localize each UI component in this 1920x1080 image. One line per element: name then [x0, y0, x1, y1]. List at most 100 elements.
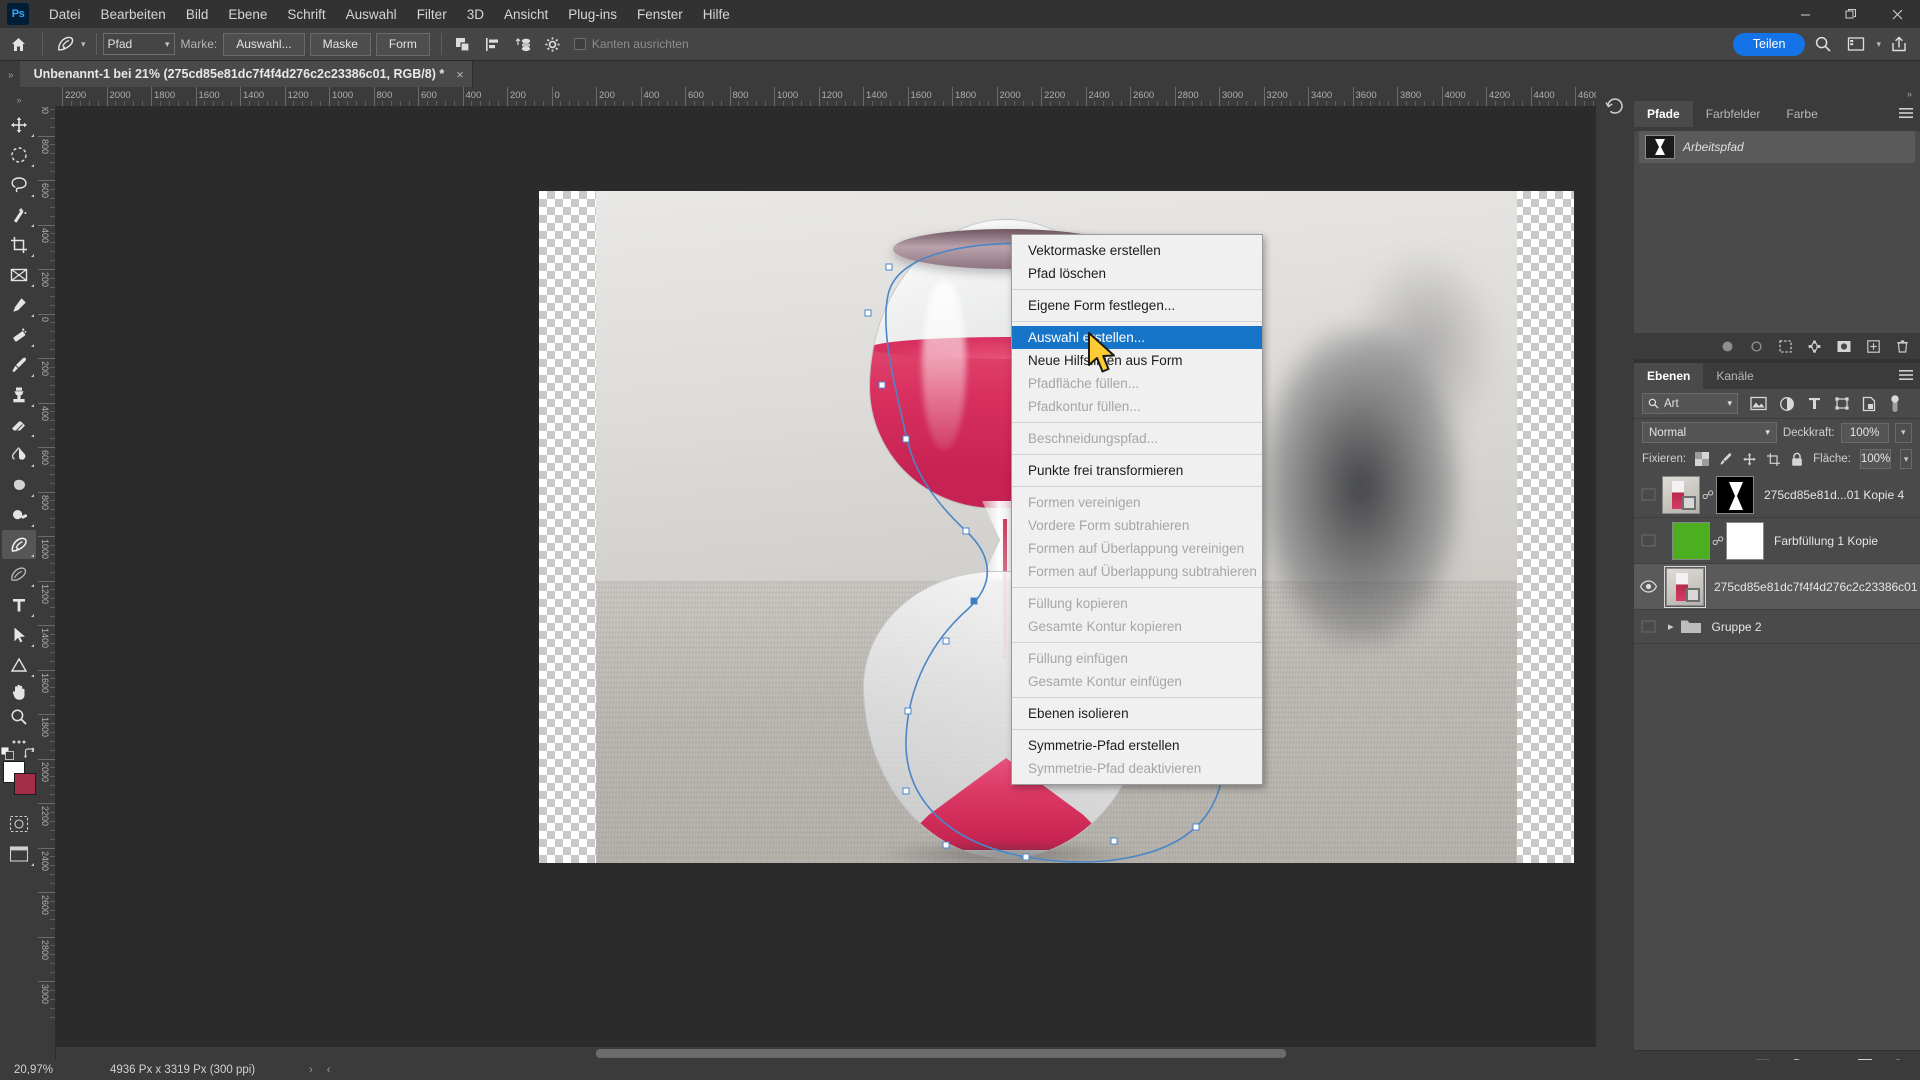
fill-path-icon[interactable] — [1720, 339, 1735, 354]
collapse-toolbar-icon[interactable]: » — [2, 91, 36, 109]
fill-value[interactable]: 100% — [1859, 449, 1892, 469]
m ask-link-icon[interactable]: ☍ — [1710, 534, 1726, 548]
menu-hilfe[interactable]: Hilfe — [693, 3, 740, 26]
vertical-ruler[interactable]: 1000800600400200020040060080010001200140… — [38, 107, 56, 1060]
tool-move-tool[interactable] — [2, 110, 36, 139]
layer-visibility-toggle[interactable] — [1634, 620, 1662, 633]
tool-eyedropper-tool[interactable] — [2, 290, 36, 319]
new-path-icon[interactable] — [1866, 339, 1881, 354]
lock-all-icon[interactable] — [1790, 452, 1804, 467]
layer-row[interactable]: ☍ 275cd85e81d...01 Kopie 4 — [1634, 472, 1920, 518]
path-anchor-point[interactable] — [1110, 837, 1118, 845]
search-icon[interactable] — [1808, 30, 1838, 58]
tab-kanäle[interactable]: Kanäle — [1703, 363, 1767, 389]
solid-fill-thumbnail[interactable] — [1672, 521, 1710, 560]
tool-clone-stamp-tool[interactable] — [2, 380, 36, 409]
menu-schrift[interactable]: Schrift — [277, 3, 335, 26]
canvas-area[interactable] — [56, 107, 1632, 1060]
path-anchor-point[interactable] — [1022, 853, 1030, 861]
quick-mask-icon[interactable] — [2, 809, 36, 838]
context-menu-item-auswahl-erstellen[interactable]: Auswahl erstellen... — [1012, 326, 1262, 349]
fill-stepper-icon[interactable]: ▾ — [1900, 449, 1912, 469]
layer-row[interactable]: 275cd85e81dc7f4f4d276c2c23386c01 — [1634, 564, 1920, 610]
gear-icon[interactable] — [538, 30, 568, 58]
document-dimensions[interactable]: 4936 Px x 3319 Px (300 ppi) — [110, 1064, 255, 1076]
path-anchor-point[interactable] — [885, 263, 893, 271]
tool-zoom-tool[interactable] — [2, 705, 36, 729]
menu-ebene[interactable]: Ebene — [218, 3, 277, 26]
tool-freeform-pen-tool[interactable] — [2, 560, 36, 589]
context-menu-item-symmetrie-pfad-erstellen[interactable]: Symmetrie-Pfad erstellen — [1012, 734, 1262, 757]
lock-position-icon[interactable] — [1742, 452, 1757, 467]
mask-link-icon[interactable]: ☍ — [1700, 488, 1716, 502]
context-menu-item-pfad-löschen[interactable]: Pfad löschen — [1012, 262, 1262, 285]
history-brush-icon[interactable] — [1596, 95, 1634, 117]
path-anchor-point[interactable] — [902, 787, 910, 795]
minimize-button[interactable] — [1782, 0, 1828, 28]
workspace-icon[interactable] — [1841, 30, 1871, 58]
lock-transparency-icon[interactable] — [1695, 452, 1710, 466]
tool-mode-select[interactable]: Pfad ▾ — [102, 33, 175, 55]
path-anchor-point[interactable] — [1192, 823, 1200, 831]
layer-visibility-toggle[interactable] — [1634, 580, 1662, 593]
path-row[interactable]: Arbeitspfad — [1639, 131, 1915, 163]
tool-type-tool[interactable] — [2, 590, 36, 619]
lock-artboard-icon[interactable] — [1766, 452, 1781, 467]
blend-mode-select[interactable]: Normal ▾ — [1642, 422, 1777, 443]
context-menu-item-punkte-frei-transformieren[interactable]: Punkte frei transformieren — [1012, 459, 1262, 482]
context-menu-item-vektormaske-erstellen[interactable]: Vektormaske erstellen — [1012, 239, 1262, 262]
opacity-value[interactable]: 100% — [1840, 422, 1889, 443]
stroke-path-icon[interactable] — [1749, 339, 1764, 354]
background-color-swatch[interactable] — [14, 773, 36, 795]
layer-mask-thumbnail[interactable] — [1726, 521, 1764, 560]
path-anchor-point[interactable] — [864, 309, 872, 317]
maximize-button[interactable] — [1828, 0, 1874, 28]
status-prev-icon[interactable]: ‹ — [327, 1064, 331, 1076]
active-tool-preset[interactable]: ▾ — [49, 32, 90, 56]
path-context-menu[interactable]: Vektormaske erstellen Pfad löschen Eigene … — [1011, 234, 1263, 785]
lock-image-icon[interactable] — [1718, 452, 1733, 467]
path-anchor-point[interactable] — [878, 381, 886, 389]
swap-colors-icon[interactable] — [23, 747, 37, 760]
collapse-panels-icon[interactable]: » — [0, 70, 20, 87]
color-swatches[interactable] — [1, 747, 37, 801]
options-button-maske[interactable]: Maske — [309, 32, 371, 56]
chevron-down-icon[interactable]: ▾ — [1876, 39, 1881, 50]
layer-visibility-toggle[interactable] — [1634, 488, 1662, 501]
tab-farbe[interactable]: Farbe — [1773, 101, 1831, 127]
path-operations-icon[interactable] — [448, 30, 478, 58]
tool-brush-tool[interactable] — [2, 350, 36, 379]
menu-plug-ins[interactable]: Plug-ins — [558, 3, 627, 26]
expand-panels-icon[interactable]: » — [1634, 87, 1920, 101]
paths-panel-menu-icon[interactable] — [1898, 106, 1914, 120]
horizontal-ruler[interactable]: 2200 2000 1800 1600 1400 1200 1000 800 600 400 200… — [56, 87, 1632, 107]
tool-shape-tool[interactable] — [2, 650, 36, 679]
layers-panel-menu-icon[interactable] — [1898, 368, 1914, 382]
shape-filter-icon[interactable] — [1834, 396, 1850, 411]
tool-path-selection-tool[interactable] — [2, 620, 36, 649]
close-icon[interactable]: × — [456, 67, 464, 82]
path-anchor-point[interactable] — [942, 637, 950, 645]
share-button[interactable]: Teilen — [1732, 32, 1806, 56]
menu-3d[interactable]: 3D — [457, 3, 494, 26]
menu-bearbeiten[interactable]: Bearbeiten — [91, 3, 176, 26]
canvas-horizontal-scrollbar[interactable] — [56, 1047, 1632, 1060]
layer-visibility-toggle[interactable] — [1634, 534, 1662, 547]
opacity-stepper-icon[interactable]: ▾ — [1894, 422, 1912, 443]
tool-crop-tool[interactable] — [2, 230, 36, 259]
tab-ebenen[interactable]: Ebenen — [1634, 363, 1704, 389]
tool-magic-wand-tool[interactable] — [2, 200, 36, 229]
scrollbar-thumb[interactable] — [596, 1049, 1286, 1058]
context-menu-item-neue-hilfslinien-aus-form[interactable]: Neue Hilfslinien aus Form — [1012, 349, 1262, 372]
menu-ansicht[interactable]: Ansicht — [494, 3, 558, 26]
smartobject-filter-icon[interactable] — [1862, 396, 1876, 412]
layer-row[interactable]: ☍ Farbfüllung 1 Kopie — [1634, 518, 1920, 564]
filter-toggle-icon[interactable] — [1888, 394, 1902, 413]
path-alignment-icon[interactable] — [478, 30, 508, 58]
tool-frame-tool[interactable] — [2, 260, 36, 289]
menu-bild[interactable]: Bild — [176, 3, 219, 26]
menu-datei[interactable]: Datei — [39, 3, 91, 26]
layer-mask-thumbnail[interactable] — [1716, 475, 1754, 514]
close-button[interactable] — [1874, 0, 1920, 28]
home-button[interactable] — [0, 28, 36, 61]
